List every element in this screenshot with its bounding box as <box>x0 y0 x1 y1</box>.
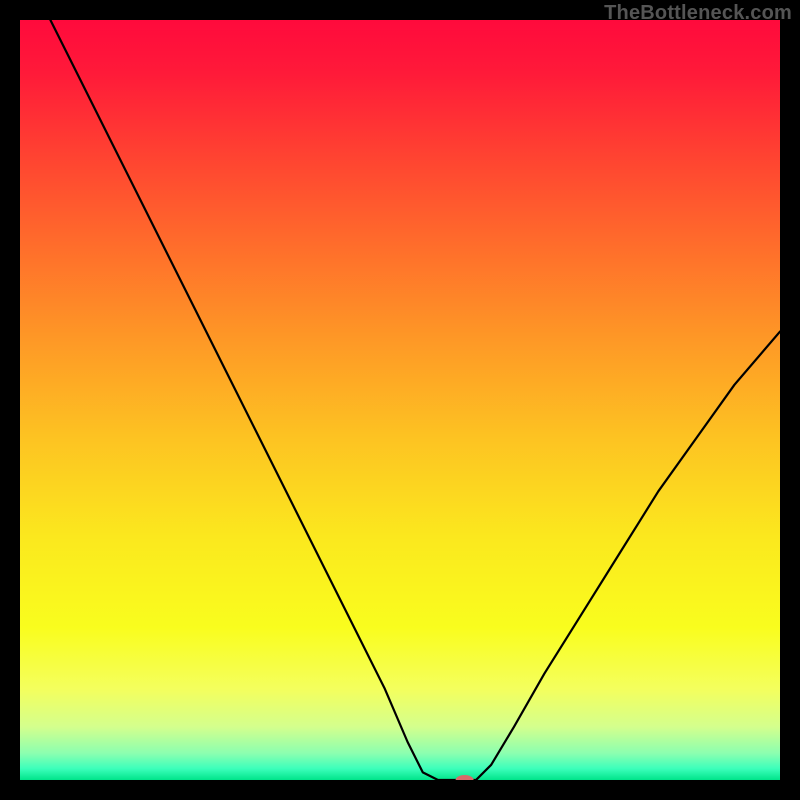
bottleneck-chart <box>20 20 780 780</box>
watermark-text: TheBottleneck.com <box>604 2 792 25</box>
plot-background <box>20 20 780 780</box>
chart-stage: TheBottleneck.com <box>0 0 800 800</box>
